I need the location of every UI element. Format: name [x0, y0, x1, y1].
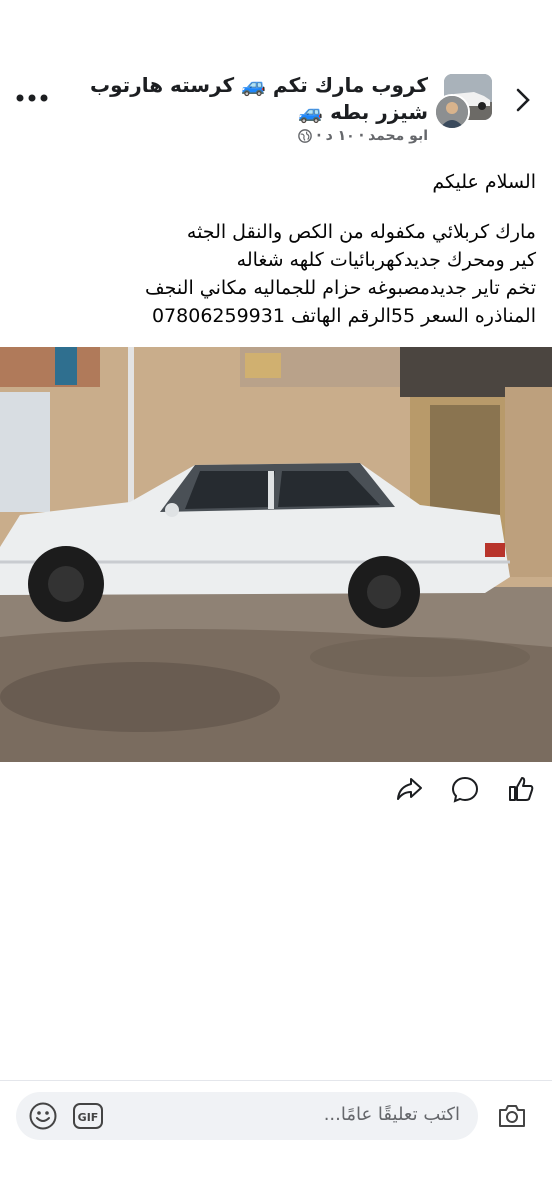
- post-photo[interactable]: [0, 347, 552, 762]
- like-button[interactable]: [506, 774, 536, 804]
- chevron-right-icon: [516, 88, 530, 112]
- comment-button[interactable]: [450, 774, 480, 804]
- post-meta: ابو محمد · ١٠ د ·: [298, 128, 428, 144]
- comment-input[interactable]: اكتب تعليقًا عامًا... GIF: [16, 1092, 478, 1140]
- meta-separator: ·: [316, 128, 322, 144]
- footer-divider: [0, 1080, 552, 1081]
- camera-icon: [499, 1105, 525, 1127]
- comment-placeholder: اكتب تعليقًا عامًا...: [323, 1104, 460, 1125]
- more-options-button[interactable]: [14, 88, 50, 112]
- globe-icon: [298, 129, 313, 143]
- post-time[interactable]: ١٠ د: [326, 128, 355, 144]
- post-actions: [376, 774, 536, 808]
- gif-label: GIF: [78, 1111, 99, 1124]
- like-icon: [509, 777, 534, 801]
- post-greeting: السلام عليكم: [432, 171, 536, 193]
- more-dots-icon: [16, 94, 48, 102]
- share-icon: [397, 778, 422, 800]
- emoji-icon: [29, 1102, 57, 1130]
- post-line: كير ومحرك جديدكهربائيات كلهه شغاله: [236, 249, 536, 271]
- share-button[interactable]: [394, 774, 424, 804]
- post-header: كروب مارك تكم 🚙 كرسته هارتوب شيزر بطه 🚙 …: [0, 60, 552, 160]
- gif-button[interactable]: GIF: [72, 1102, 104, 1130]
- author-name[interactable]: ابو محمد: [368, 128, 428, 144]
- post-line: مارك كربلائي مكفوله من الكص والنقل الجثه: [186, 221, 536, 243]
- back-button[interactable]: [512, 84, 534, 116]
- comment-icon: [451, 776, 479, 803]
- post-line: المناذره السعر 55الرقم الهاتف 0780625993…: [151, 305, 536, 327]
- author-avatar[interactable]: [434, 94, 470, 130]
- group-name[interactable]: كروب مارك تكم 🚙 كرسته هارتوب شيزر بطه 🚙: [48, 72, 428, 126]
- post-body: السلام عليكم مارك كربلائي مكفوله من الكص…: [16, 168, 536, 330]
- gif-icon: GIF: [73, 1103, 103, 1129]
- emoji-button[interactable]: [28, 1101, 58, 1131]
- post-line: تخم تاير جديدمصبوغه حزام للجماليه مكاني …: [144, 277, 536, 299]
- camera-button[interactable]: [496, 1100, 528, 1132]
- meta-separator: ·: [358, 128, 365, 144]
